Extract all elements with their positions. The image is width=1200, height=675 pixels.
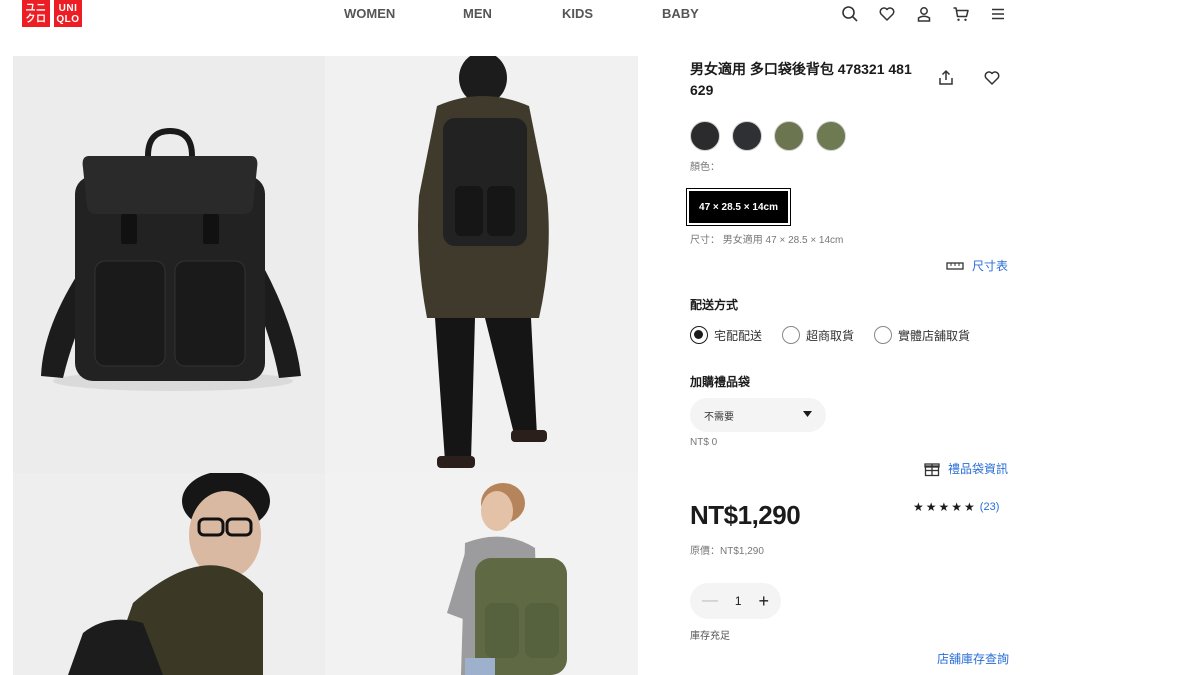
delivery-title: 配送方式 (690, 298, 739, 312)
radio-unselected[interactable] (874, 326, 893, 344)
logo-latin: UNI QLO (54, 0, 82, 27)
quantity-value: 1 (734, 594, 742, 608)
color-label: 顏色： (690, 162, 720, 173)
color-swatch-2[interactable] (732, 121, 762, 151)
color-swatch-3[interactable] (774, 121, 804, 151)
delivery-options: 宅配配送 超商取貨 實體店舖取貨 (690, 326, 970, 344)
store-stock-link[interactable]: 店舖庫存查詢 (937, 650, 1009, 667)
backpack-product-photo[interactable] (13, 56, 325, 473)
menu-icon[interactable] (988, 4, 1008, 24)
quantity-decrease-button[interactable]: — (702, 592, 718, 610)
product-rating[interactable]: ★★★★★ (23) (913, 500, 999, 514)
man-with-glasses-backpack[interactable] (13, 473, 325, 675)
favorite-icon[interactable] (982, 68, 1002, 88)
radio-unselected[interactable] (782, 326, 801, 344)
gift-bag-select-value: 不需要 (704, 411, 734, 423)
gift-bag-price: NT$ 0 (690, 437, 718, 448)
search-icon[interactable] (840, 4, 860, 24)
color-swatch-1[interactable] (690, 121, 720, 151)
man-wearing-backpack-rear[interactable] (325, 56, 638, 473)
nav-kids[interactable]: KIDS (562, 6, 593, 21)
size-chart-label: 尺寸表 (972, 259, 1009, 273)
gift-bag-title: 加購禮品袋 (690, 375, 751, 389)
title-actions (936, 68, 1002, 88)
gift-bag-info-label: 禮品袋資訊 (948, 462, 1009, 476)
size-chart-link[interactable]: 尺寸表 (946, 257, 1008, 274)
delivery-option-store[interactable]: 實體店舖取貨 (874, 326, 970, 344)
product-price: NT$1,290 (690, 500, 801, 530)
user-icon[interactable] (914, 4, 934, 24)
woman-with-olive-backpack[interactable] (325, 473, 638, 675)
uniqlo-logo[interactable]: ユニ クロ UNI QLO (22, 0, 82, 27)
header-actions (840, 4, 1008, 24)
rating-count[interactable]: (23) (980, 501, 1000, 513)
gift-icon (924, 462, 940, 476)
color-swatches (690, 121, 846, 151)
nav-baby[interactable]: BABY (662, 6, 699, 21)
delivery-option-home[interactable]: 宅配配送 (690, 326, 762, 344)
caret-down-icon (803, 411, 812, 417)
stock-status: 庫存充足 (690, 631, 730, 642)
color-swatch-4[interactable] (816, 121, 846, 151)
product-title: 男女適用 多口袋後背包 478321 481 629 (690, 61, 912, 98)
delivery-option-label: 宅配配送 (714, 328, 763, 343)
delivery-option-label: 實體店舖取貨 (898, 328, 971, 343)
quantity-stepper: — 1 + (690, 583, 781, 619)
delivery-option-label: 超商取貨 (806, 328, 855, 343)
cart-icon[interactable] (951, 4, 971, 24)
quantity-increase-button[interactable]: + (758, 591, 769, 612)
delivery-option-convenience[interactable]: 超商取貨 (782, 326, 854, 344)
rating-stars: ★★★★★ (913, 500, 977, 514)
ruler-icon (946, 261, 964, 270)
product-gallery (13, 56, 638, 675)
size-label: 尺寸： 男女適用 47 × 28.5 × 14cm (690, 235, 844, 246)
share-icon[interactable] (936, 68, 956, 88)
logo-katakana: ユニ クロ (22, 0, 50, 27)
gift-bag-info-link[interactable]: 禮品袋資訊 (924, 460, 1008, 477)
original-price: 原價：NT$1,290 (690, 546, 764, 557)
size-option[interactable]: 47 × 28.5 × 14cm (686, 188, 791, 226)
heart-icon[interactable] (877, 4, 897, 24)
nav-men[interactable]: MEN (463, 6, 492, 21)
gift-bag-select[interactable]: 不需要 (690, 398, 826, 432)
radio-selected[interactable] (690, 326, 708, 344)
nav-women[interactable]: WOMEN (344, 6, 395, 21)
